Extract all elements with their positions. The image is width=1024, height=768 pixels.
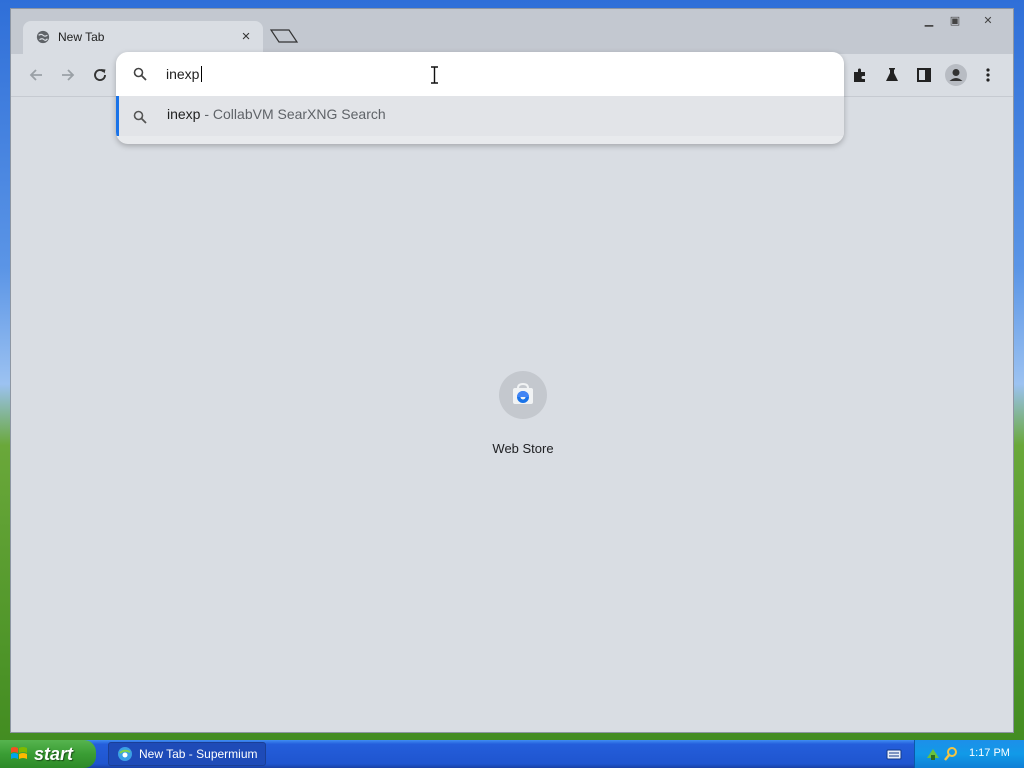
web-store-icon [499, 371, 547, 419]
globe-icon [36, 30, 50, 44]
windows-logo-icon [11, 747, 27, 759]
new-tab-button[interactable] [269, 29, 299, 43]
minimize-icon: ▁ [924, 14, 934, 27]
clock: 1:17 PM [969, 747, 1010, 759]
side-panel-icon [917, 68, 931, 82]
suggestion-query: inexp [167, 106, 201, 122]
tab-strip: New Tab × ▁ ▣ ✕ [11, 9, 1013, 55]
start-button[interactable]: start [0, 740, 96, 768]
puzzle-icon [854, 68, 865, 82]
minimize-button[interactable]: ▁ [915, 12, 943, 28]
maximize-icon: ▣ [949, 14, 961, 27]
supermium-icon [118, 747, 132, 761]
suggestion-text: inexp - CollabVM SearXNG Search [167, 106, 386, 122]
menu-button[interactable] [977, 64, 999, 86]
ibeam-cursor-icon [431, 66, 438, 84]
search-icon [133, 110, 147, 124]
taskbar: start New Tab - Supermium 1:17 PM [0, 740, 1024, 768]
forward-button[interactable] [57, 64, 79, 86]
kebab-menu-icon [986, 68, 990, 82]
reload-button[interactable] [89, 64, 111, 86]
close-window-button[interactable]: ✕ [973, 12, 1003, 28]
keyboard-icon[interactable] [886, 747, 902, 761]
search-icon [133, 67, 147, 81]
tab-new-tab[interactable]: New Tab × [23, 21, 263, 55]
extensions-button[interactable] [849, 64, 871, 86]
shortcut-web-store[interactable]: Web Store [471, 371, 575, 461]
maximize-button[interactable]: ▣ [941, 12, 969, 28]
arrow-left-icon [29, 69, 42, 81]
close-icon: ✕ [983, 14, 993, 27]
address-bar-input[interactable] [166, 62, 766, 86]
taskbar-item-browser[interactable]: New Tab - Supermium [108, 742, 266, 766]
magnifier-icon[interactable] [943, 746, 959, 762]
side-panel-button[interactable] [913, 64, 935, 86]
text-caret [201, 66, 202, 82]
back-button[interactable] [25, 64, 47, 86]
omnibox[interactable] [116, 52, 844, 96]
omnibox-suggestion[interactable]: inexp - CollabVM SearXNG Search [116, 96, 844, 136]
tab-title: New Tab [58, 30, 105, 44]
taskbar-item-label: New Tab - Supermium [139, 747, 258, 761]
tab-close-icon[interactable]: × [239, 27, 253, 47]
start-label: start [34, 743, 74, 764]
omnibox-popup: inexp - CollabVM SearXNG Search [116, 52, 844, 144]
system-tray: 1:17 PM [914, 740, 1024, 768]
avatar-icon [945, 64, 967, 86]
profile-button[interactable] [945, 64, 967, 86]
shortcut-label: Web Store [492, 441, 554, 456]
reload-icon [94, 69, 106, 81]
labs-button[interactable] [881, 64, 903, 86]
flask-icon [886, 68, 898, 81]
suggestion-description: - CollabVM SearXNG Search [200, 106, 386, 122]
selection-indicator [116, 96, 119, 136]
arrow-right-icon [62, 69, 75, 81]
network-icon[interactable] [925, 746, 941, 762]
